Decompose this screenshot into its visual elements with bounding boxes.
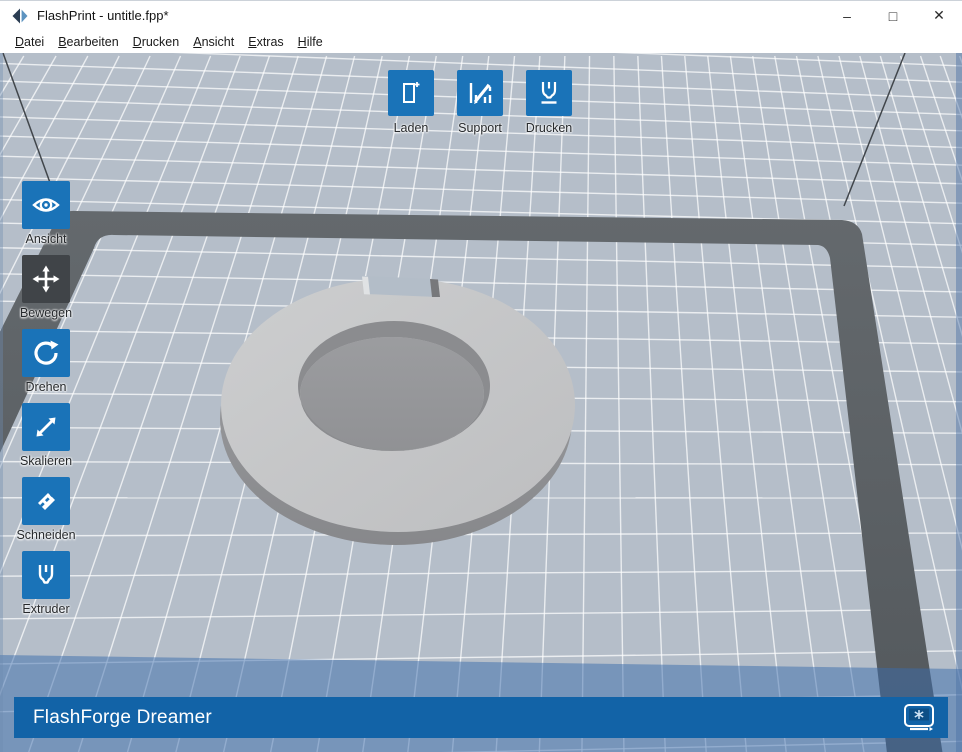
tool-support: Support — [446, 70, 514, 135]
model-notch — [364, 276, 437, 297]
move-arrows-icon — [32, 265, 60, 293]
window-controls: – □ ✕ — [824, 1, 962, 30]
menu-bearbeiten[interactable]: Bearbeiten — [51, 33, 125, 51]
extruder-button[interactable] — [22, 551, 70, 599]
rotate-icon — [34, 340, 59, 365]
drucken-label: Drucken — [525, 121, 573, 135]
schneiden-button[interactable] — [22, 477, 70, 525]
menu-datei[interactable]: Datei — [8, 33, 51, 51]
drehen-button[interactable] — [22, 329, 70, 377]
tool-laden: Laden — [377, 70, 445, 135]
ansicht-button[interactable] — [22, 181, 70, 229]
load-model-icon — [403, 82, 420, 103]
tool-drucken: Drucken — [515, 70, 583, 135]
printer-connection-icon[interactable] — [901, 702, 937, 734]
bewegen-label: Bewegen — [19, 306, 73, 320]
build-volume-right-edge — [843, 53, 906, 207]
side-toolbar: Ansicht Bewegen Drehen Skalieren Schneid… — [16, 181, 76, 625]
print-extruder-icon — [541, 82, 557, 104]
extruder-label: Extruder — [22, 602, 70, 616]
viewport-left-edge-shade — [0, 53, 3, 752]
printer-name: FlashForge Dreamer — [33, 706, 212, 728]
support-label: Support — [458, 121, 502, 135]
schneiden-label: Schneiden — [16, 528, 76, 542]
tool-drehen: Drehen — [22, 329, 70, 394]
top-toolbar: Laden Support Drucken — [377, 70, 583, 135]
title-bar: FlashPrint - untitle.fpp* – □ ✕ — [0, 0, 962, 30]
menu-ansicht[interactable]: Ansicht — [186, 33, 241, 51]
tool-bewegen: Bewegen — [19, 255, 73, 320]
window-title: FlashPrint - untitle.fpp* — [37, 8, 169, 23]
close-button[interactable]: ✕ — [916, 1, 962, 30]
viewport-canvas — [0, 53, 962, 752]
viewport-right-edge-shade — [956, 53, 962, 752]
flashprint-logo-icon — [12, 8, 28, 23]
tool-ansicht: Ansicht — [22, 181, 70, 246]
bewegen-button[interactable] — [22, 255, 70, 303]
ansicht-label: Ansicht — [25, 232, 67, 246]
tool-schneiden: Schneiden — [16, 477, 76, 542]
drehen-label: Drehen — [25, 380, 67, 394]
menu-extras[interactable]: Extras — [241, 33, 290, 51]
minimize-button[interactable]: – — [824, 1, 870, 30]
skalieren-button[interactable] — [22, 403, 70, 451]
tool-extruder: Extruder — [22, 551, 70, 616]
laden-button[interactable] — [388, 70, 434, 116]
laden-label: Laden — [393, 121, 429, 135]
maximize-button[interactable]: □ — [870, 1, 916, 30]
skalieren-label: Skalieren — [19, 454, 73, 468]
status-bar: FlashForge Dreamer — [14, 697, 948, 738]
eye-icon — [32, 198, 60, 212]
menu-bar: Datei Bearbeiten Drucken Ansicht Extras … — [0, 30, 962, 53]
menu-hilfe[interactable]: Hilfe — [291, 33, 330, 51]
cut-icon — [35, 490, 57, 512]
extruder-icon — [38, 565, 54, 584]
support-button[interactable] — [457, 70, 503, 116]
menu-drucken[interactable]: Drucken — [126, 33, 187, 51]
drucken-button[interactable] — [526, 70, 572, 116]
3d-viewport[interactable]: Laden Support Drucken Ansicht Bewegen Dr… — [0, 53, 962, 752]
tool-skalieren: Skalieren — [19, 403, 73, 468]
support-icon — [469, 83, 492, 104]
scale-arrow-icon — [36, 417, 56, 437]
model-ring[interactable] — [220, 276, 575, 545]
